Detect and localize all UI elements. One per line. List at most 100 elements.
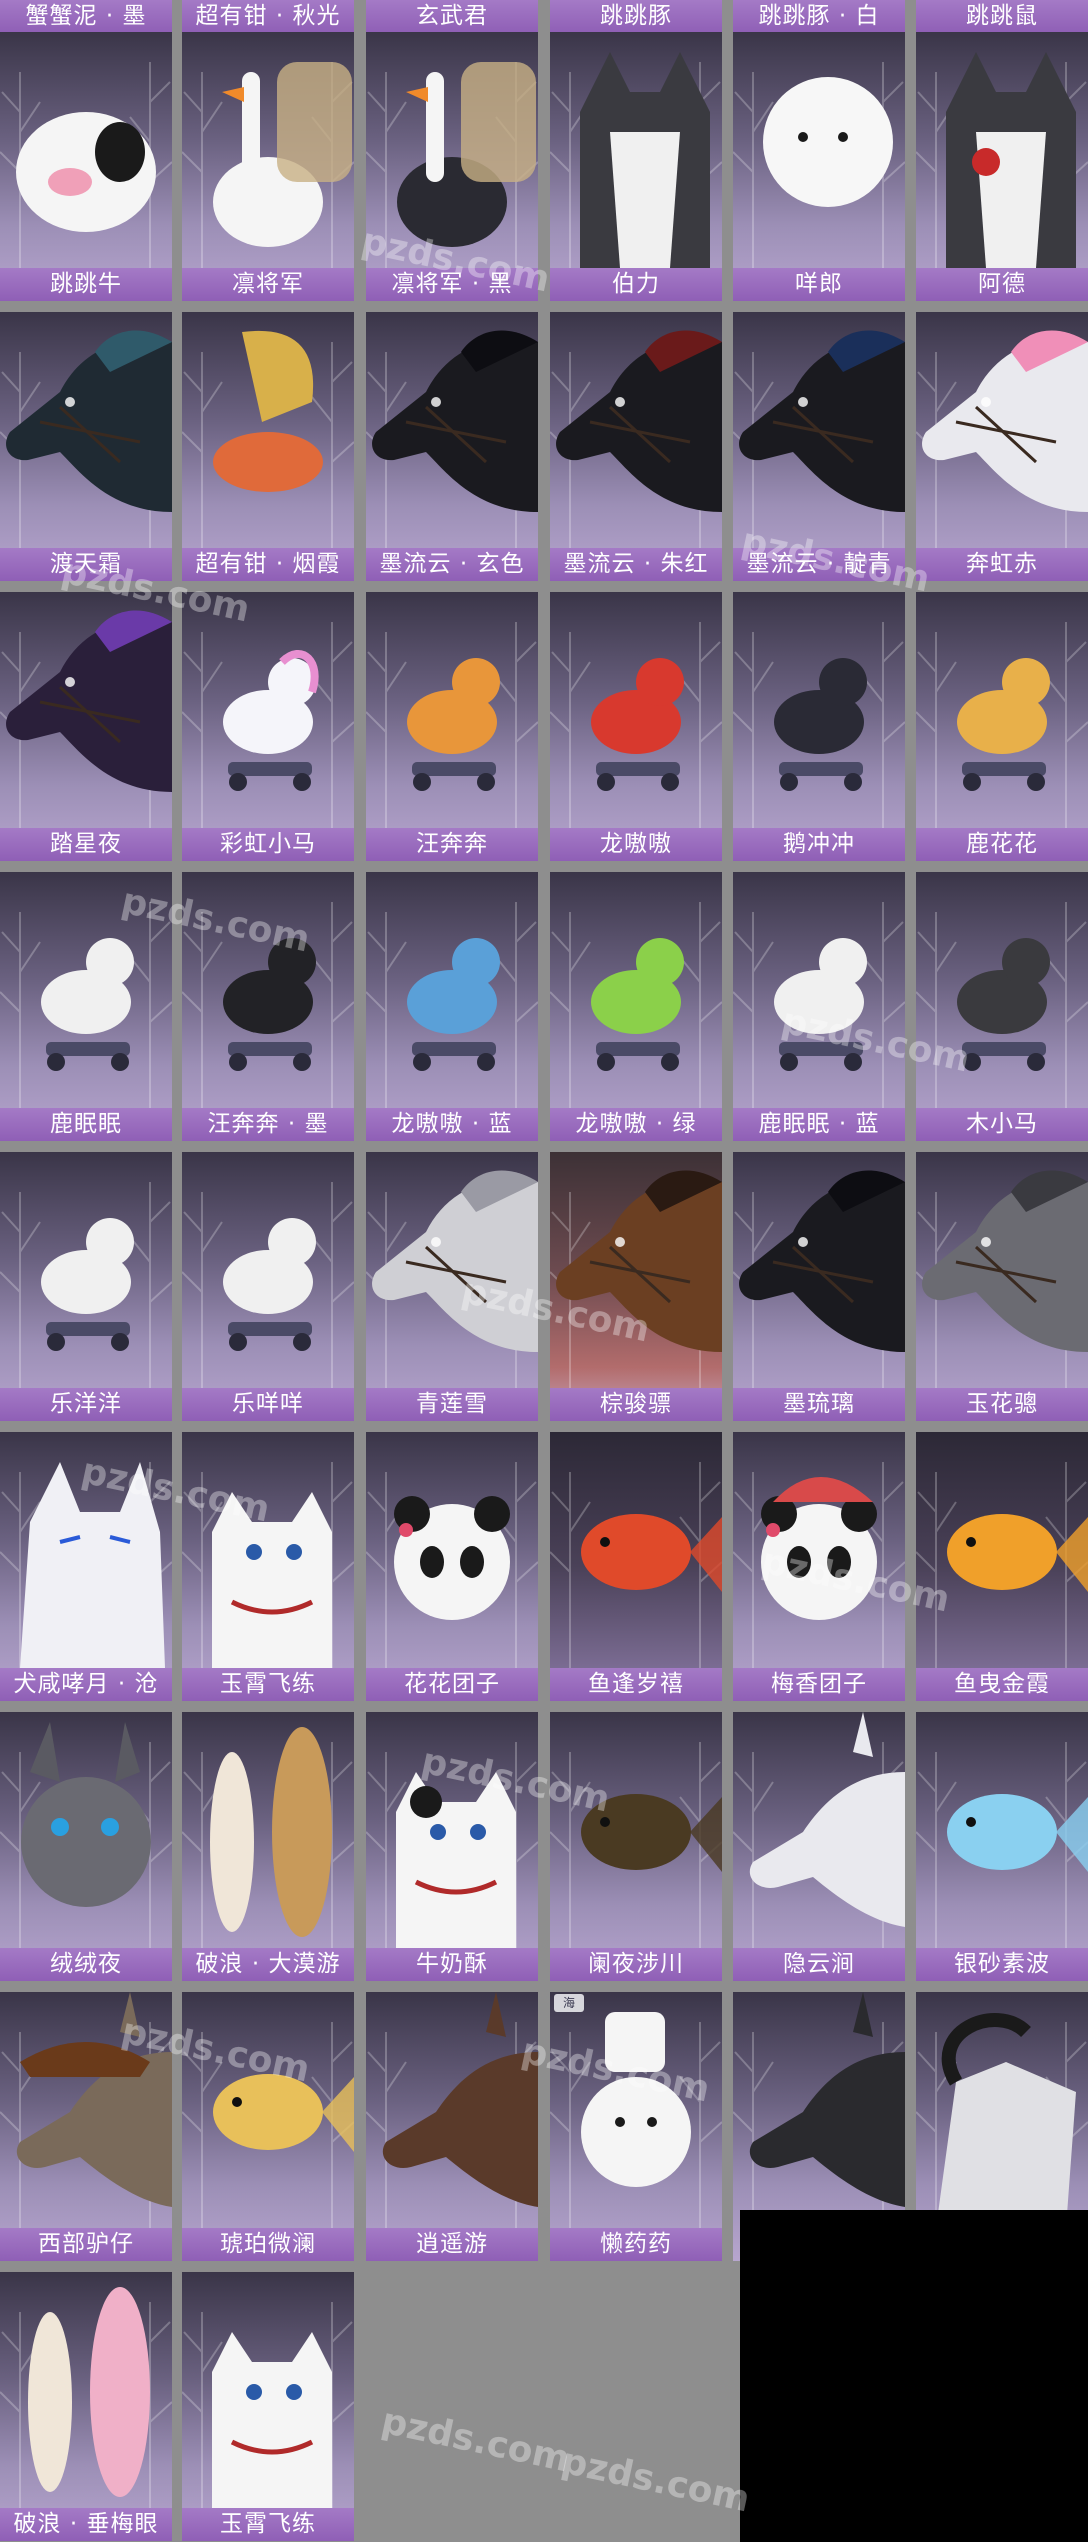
mount-art (0, 1722, 172, 1948)
mount-art (366, 1170, 538, 1388)
mount-card-partial[interactable]: 跳跳鼠 (916, 0, 1088, 33)
mount-image (550, 32, 722, 268)
mount-card[interactable]: 海懒药药 (550, 1992, 722, 2261)
mount-art (0, 1992, 172, 2228)
mount-image (182, 32, 354, 268)
mount-card[interactable]: 玉霄飞练 (182, 2272, 354, 2541)
mount-art (366, 1462, 538, 1668)
mount-art (366, 1992, 538, 2228)
mount-image (366, 872, 538, 1108)
mount-image (0, 32, 172, 268)
mount-art (366, 902, 538, 1108)
mount-card[interactable]: 棕骏骠 (550, 1152, 722, 1421)
mount-card[interactable]: 破浪 · 垂梅眼 (0, 2272, 172, 2541)
mount-card[interactable]: 乐咩咩 (182, 1152, 354, 1421)
mount-art (0, 1182, 172, 1388)
mount-card[interactable]: 墨流云 · 朱红 (550, 312, 722, 581)
mount-card[interactable]: 踏星夜 (0, 592, 172, 861)
mount-name: 犬咸哮月 · 沧 (0, 1668, 172, 1701)
mount-card[interactable]: 绒绒夜 (0, 1712, 172, 1981)
mount-card[interactable]: 隐云涧 (733, 1712, 905, 1981)
mount-card[interactable]: 乐洋洋 (0, 1152, 172, 1421)
mount-card[interactable]: 鹿眠眠 (0, 872, 172, 1141)
mount-art (0, 1462, 172, 1668)
mount-art (550, 52, 722, 268)
mount-image (366, 312, 538, 548)
mount-image (182, 1992, 354, 2228)
mount-art (916, 52, 1088, 268)
mount-card[interactable]: 龙嗷嗷 · 蓝 (366, 872, 538, 1141)
mount-card[interactable]: 银砂素波 (916, 1712, 1088, 1981)
mount-art (182, 330, 354, 548)
mount-card[interactable]: 鹅冲冲 (733, 592, 905, 861)
mount-image (366, 1712, 538, 1948)
mount-card-partial[interactable]: 跳跳豚 (550, 0, 722, 33)
mount-card[interactable]: 汪奔奔 (366, 592, 538, 861)
mount-name: 鹿眠眠 · 蓝 (733, 1108, 905, 1141)
mount-card[interactable]: 凛将军 · 黑 (366, 32, 538, 301)
mount-art (550, 330, 722, 548)
mount-name: 阿德 (916, 268, 1088, 301)
mount-card[interactable]: 跳跳牛 (0, 32, 172, 301)
mount-card[interactable]: 彩虹小马 (182, 592, 354, 861)
mount-image (916, 592, 1088, 828)
mount-card[interactable]: 破浪 · 大漠游 (182, 1712, 354, 1981)
mount-card[interactable]: 西部驴仔 (0, 1992, 172, 2261)
mount-card[interactable]: 墨流云 · 玄色 (366, 312, 538, 581)
mount-name: 鹿眠眠 (0, 1108, 172, 1141)
mount-card[interactable]: 渡天霜 (0, 312, 172, 581)
mount-card[interactable]: 龙嗷嗷 (550, 592, 722, 861)
mount-card[interactable]: 木小马 (916, 872, 1088, 1141)
mount-card[interactable]: 玉花骢 (916, 1152, 1088, 1421)
mount-card[interactable]: 奔虹赤 (916, 312, 1088, 581)
mount-card[interactable]: 鱼曳金霞 (916, 1432, 1088, 1701)
mount-image (733, 1712, 905, 1948)
mount-card-partial[interactable]: 超有钳 · 秋光 (182, 0, 354, 33)
mount-card[interactable]: 牛奶酥 (366, 1712, 538, 1981)
mount-card[interactable]: 超有钳 · 烟霞 (182, 312, 354, 581)
mount-name: 蟹蟹泥 · 墨 (0, 0, 172, 33)
mount-art (182, 1727, 354, 1948)
mount-name: 乐洋洋 (0, 1388, 172, 1421)
mount-card[interactable]: 梅香团子 (733, 1432, 905, 1701)
mount-card-partial[interactable]: 跳跳豚 · 白 (733, 0, 905, 33)
mount-name: 银砂素波 (916, 1948, 1088, 1981)
mount-image (182, 1712, 354, 1948)
mount-card[interactable]: 琥珀微澜 (182, 1992, 354, 2261)
mount-card[interactable]: 鱼逢岁禧 (550, 1432, 722, 1701)
mount-card[interactable]: 犬咸哮月 · 沧 (0, 1432, 172, 1701)
mount-card[interactable]: 鹿眠眠 · 蓝 (733, 872, 905, 1141)
mount-card[interactable]: 鹿花花 (916, 592, 1088, 861)
mount-name: 琥珀微澜 (182, 2228, 354, 2261)
mount-art (182, 2302, 354, 2508)
mount-card[interactable]: 咩郎 (733, 32, 905, 301)
mount-art (0, 2287, 172, 2508)
mount-card[interactable]: 逍遥游 (366, 1992, 538, 2261)
mount-image (182, 1152, 354, 1388)
mount-name: 墨流云 · 朱红 (550, 548, 722, 581)
mount-card[interactable]: 阿德 (916, 32, 1088, 301)
mount-card-partial[interactable]: 玄武君 (366, 0, 538, 33)
mount-image (733, 592, 905, 828)
mount-card[interactable]: 青莲雪 (366, 1152, 538, 1421)
mount-card[interactable]: 墨流云 · 靛青 (733, 312, 905, 581)
mount-card[interactable]: 阑夜涉川 (550, 1712, 722, 1981)
mount-name: 奔虹赤 (916, 548, 1088, 581)
mount-card-partial[interactable]: 蟹蟹泥 · 墨 (0, 0, 172, 33)
mount-name: 木小马 (916, 1108, 1088, 1141)
mount-art (182, 1462, 354, 1668)
mount-card[interactable]: 凛将军 (182, 32, 354, 301)
mount-image (550, 592, 722, 828)
mount-card[interactable]: 伯力 (550, 32, 722, 301)
mount-card[interactable]: 龙嗷嗷 · 绿 (550, 872, 722, 1141)
mount-name: 龙嗷嗷 · 绿 (550, 1108, 722, 1141)
mount-art (550, 622, 722, 828)
mount-image (366, 592, 538, 828)
mount-card[interactable]: 汪奔奔 · 墨 (182, 872, 354, 1141)
mount-image (182, 1432, 354, 1668)
mount-card[interactable]: 墨琉璃 (733, 1152, 905, 1421)
mount-image (550, 1152, 722, 1388)
mount-card[interactable]: 玉霄飞练 (182, 1432, 354, 1701)
mount-card[interactable]: 花花团子 (366, 1432, 538, 1701)
mount-name: 花花团子 (366, 1668, 538, 1701)
